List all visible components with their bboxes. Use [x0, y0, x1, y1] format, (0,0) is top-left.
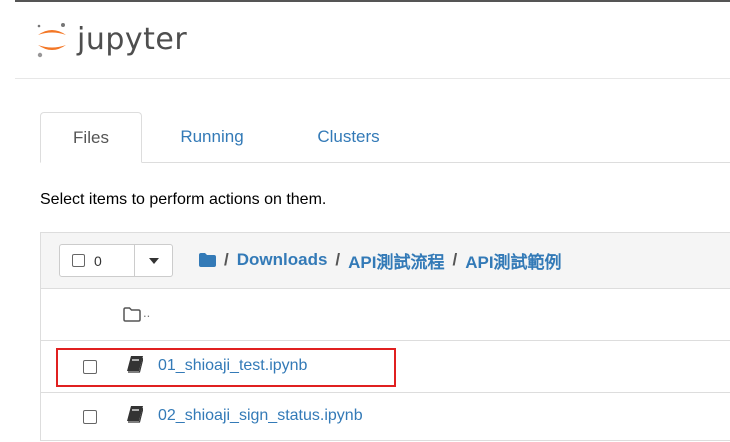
- select-all-checkbox[interactable]: [72, 254, 85, 267]
- notebook-link[interactable]: 02_shioaji_sign_status.ipynb: [158, 405, 363, 427]
- file-list-header: 0 / Downloads / API測試流程 / API測試範例: [41, 233, 730, 289]
- select-button-group: 0: [59, 244, 173, 277]
- tab-clusters[interactable]: Clusters: [286, 112, 411, 162]
- notebook-icon: [127, 406, 143, 423]
- breadcrumb-api-flow[interactable]: API測試流程: [348, 248, 444, 273]
- folder-open-icon: [123, 307, 141, 322]
- selection-hint: Select items to perform actions on them.: [40, 191, 327, 208]
- tab-running[interactable]: Running: [157, 112, 267, 162]
- jupyter-logo[interactable]: jupyter: [35, 20, 187, 60]
- breadcrumb-separator: /: [452, 250, 458, 269]
- jupyter-logo-icon: [37, 23, 66, 58]
- file-list: 0 / Downloads / API測試流程 / API測試範例 .. 01_…: [40, 232, 730, 441]
- list-item-parent[interactable]: ..: [41, 289, 730, 341]
- tab-bar: Files Running Clusters: [40, 112, 730, 163]
- breadcrumb-root[interactable]: /: [224, 250, 229, 270]
- breadcrumb: / Downloads / API測試流程 / API測試範例: [199, 247, 562, 273]
- tab-files[interactable]: Files: [40, 112, 142, 163]
- selected-count: 0: [94, 252, 102, 269]
- parent-directory-label[interactable]: ..: [143, 305, 150, 320]
- list-item[interactable]: 02_shioaji_sign_status.ipynb: [41, 393, 730, 442]
- breadcrumb-api-examples[interactable]: API測試範例: [465, 248, 561, 273]
- select-all-button[interactable]: 0: [59, 244, 135, 277]
- breadcrumb-downloads[interactable]: Downloads: [237, 250, 328, 270]
- select-dropdown-button[interactable]: [135, 244, 173, 277]
- highlight-box: [56, 348, 396, 387]
- caret-down-icon: [148, 257, 159, 264]
- item-checkbox[interactable]: [83, 410, 97, 424]
- app-name: jupyter: [77, 22, 188, 57]
- folder-icon[interactable]: [199, 253, 216, 267]
- header: jupyter: [15, 2, 730, 79]
- breadcrumb-separator: /: [335, 250, 341, 269]
